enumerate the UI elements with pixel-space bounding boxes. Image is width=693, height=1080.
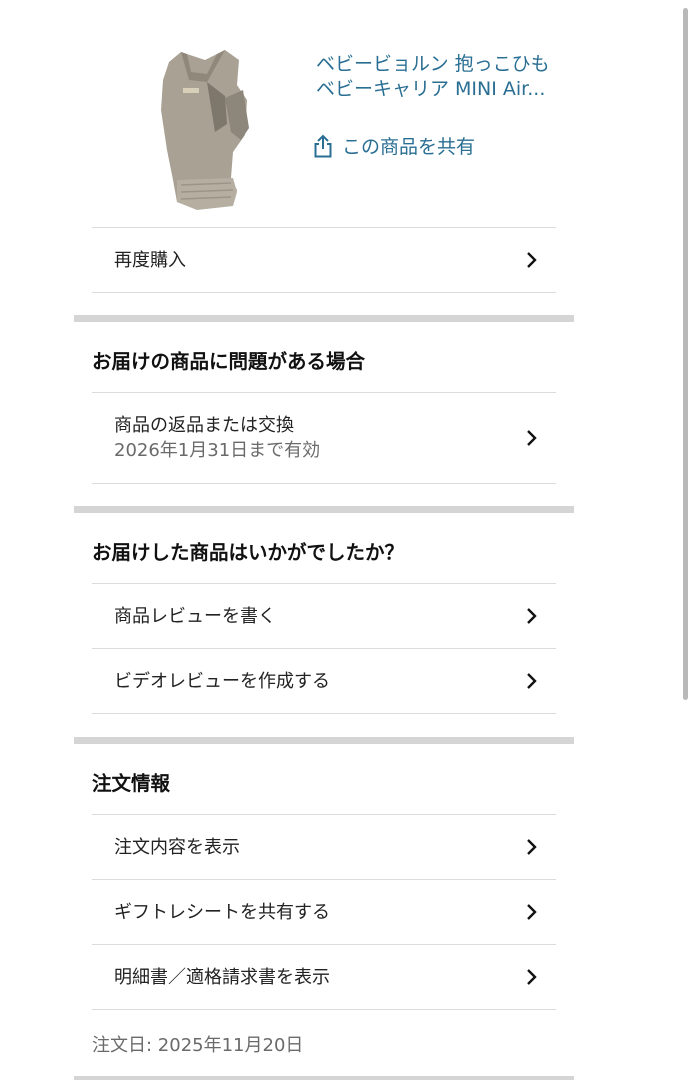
product-title-link[interactable]: ベビービョルン 抱っこひも ベビーキャリア MINI Air... bbox=[316, 52, 556, 102]
chevron-right-icon bbox=[527, 673, 537, 689]
chevron-right-icon bbox=[527, 969, 537, 985]
video-review-label: ビデオレビューを作成する bbox=[114, 670, 330, 692]
scrollbar[interactable] bbox=[683, 8, 688, 700]
order-date: 注文日: 2025年11月20日 bbox=[92, 1035, 304, 1056]
review-section-heading: お届けした商品はいかがでしたか？ bbox=[92, 541, 405, 564]
share-product-link[interactable]: この商品を共有 bbox=[314, 132, 475, 159]
return-or-exchange-button[interactable]: 商品の返品または交換 2026年1月31日まで有効 bbox=[92, 392, 556, 483]
section-divider bbox=[74, 1076, 574, 1080]
rebuy-group: 再度購入 bbox=[92, 227, 556, 293]
problem-section-heading: お届けの商品に問題がある場合 bbox=[92, 350, 366, 373]
view-order-details-button[interactable]: 注文内容を表示 bbox=[92, 814, 556, 879]
chevron-right-icon bbox=[527, 252, 537, 268]
chevron-right-icon bbox=[527, 839, 537, 855]
rebuy-button[interactable]: 再度購入 bbox=[92, 227, 556, 292]
section-divider bbox=[74, 506, 574, 513]
view-invoice-label: 明細書／適格請求書を表示 bbox=[114, 966, 330, 988]
chevron-right-icon bbox=[527, 904, 537, 920]
problem-group: 商品の返品または交換 2026年1月31日まで有効 bbox=[92, 392, 556, 484]
rebuy-label: 再度購入 bbox=[114, 249, 186, 271]
share-icon bbox=[314, 134, 332, 157]
write-review-button[interactable]: 商品レビューを書く bbox=[92, 583, 556, 648]
order-group: 注文内容を表示 ギフトレシートを共有する 明細書／適格請求書を表示 bbox=[92, 814, 556, 1010]
view-invoice-button[interactable]: 明細書／適格請求書を表示 bbox=[92, 944, 556, 1009]
share-label: この商品を共有 bbox=[342, 136, 476, 158]
review-group: 商品レビューを書く ビデオレビューを作成する bbox=[92, 583, 556, 714]
product-image[interactable] bbox=[147, 40, 257, 225]
section-divider bbox=[74, 315, 574, 322]
view-order-details-label: 注文内容を表示 bbox=[114, 836, 240, 858]
section-divider bbox=[74, 737, 574, 744]
chevron-right-icon bbox=[527, 608, 537, 624]
return-deadline: 2026年1月31日まで有効 bbox=[114, 440, 321, 461]
video-review-button[interactable]: ビデオレビューを作成する bbox=[92, 648, 556, 713]
share-gift-receipt-label: ギフトレシートを共有する bbox=[114, 901, 330, 923]
chevron-right-icon bbox=[527, 430, 537, 446]
return-label: 商品の返品または交換 bbox=[114, 415, 294, 436]
product-summary: ベビービョルン 抱っこひも ベビーキャリア MINI Air... この商品を共… bbox=[92, 30, 556, 210]
write-review-label: 商品レビューを書く bbox=[114, 605, 276, 627]
order-section-heading: 注文情報 bbox=[92, 772, 171, 795]
share-gift-receipt-button[interactable]: ギフトレシートを共有する bbox=[92, 879, 556, 944]
